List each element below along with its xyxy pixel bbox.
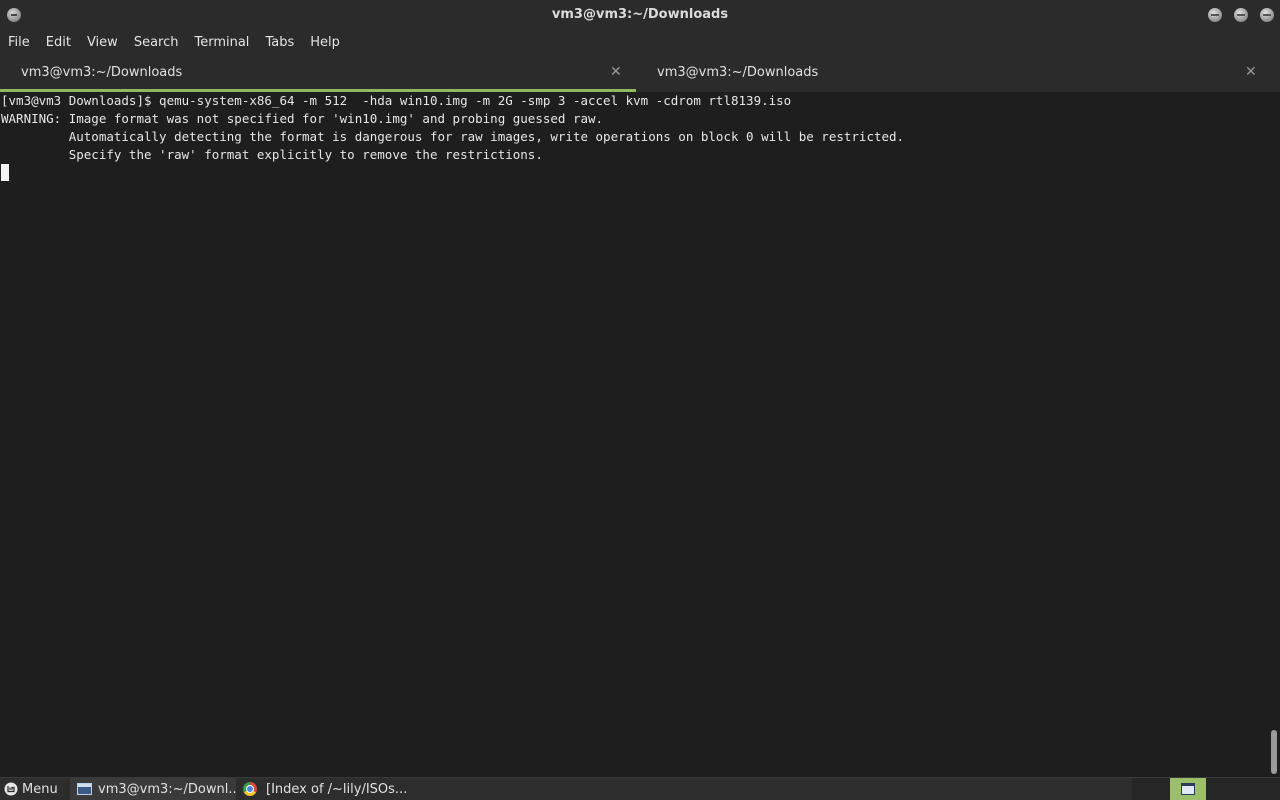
start-menu-button[interactable]: Menu <box>0 778 66 800</box>
taskbar-item-browser[interactable]: [Index of /~lily/ISOs... <box>238 778 408 800</box>
tab-terminal-2[interactable]: vm3@vm3:~/Downloads ✕ <box>636 55 1280 92</box>
start-menu-label: Menu <box>22 782 58 797</box>
menu-bar: File Edit View Search Terminal Tabs Help <box>0 30 1280 55</box>
tab-close-icon[interactable]: ✕ <box>1245 64 1257 80</box>
menu-edit[interactable]: Edit <box>46 30 71 55</box>
window-icon <box>1181 783 1195 795</box>
close-window-button[interactable] <box>1260 8 1274 22</box>
terminal-line: Automatically detecting the format is da… <box>1 129 905 144</box>
tab-terminal-1[interactable]: vm3@vm3:~/Downloads ✕ <box>0 55 636 92</box>
mint-logo-icon <box>4 782 18 796</box>
tab-close-icon[interactable]: ✕ <box>610 64 622 80</box>
chrome-icon <box>243 782 257 796</box>
menu-terminal[interactable]: Terminal <box>194 30 249 55</box>
menu-file[interactable]: File <box>8 30 30 55</box>
taskbar: Menu vm3@vm3:~/Downl... [Index of /~lily… <box>0 777 1280 800</box>
terminal-scrollbar[interactable] <box>1268 92 1280 777</box>
taskbar-item-label: [Index of /~lily/ISOs... <box>266 782 408 797</box>
terminal-icon <box>77 783 92 795</box>
tab-label: vm3@vm3:~/Downloads <box>657 65 819 80</box>
maximize-button[interactable] <box>1234 8 1248 22</box>
minimize-button[interactable] <box>1208 8 1222 22</box>
menu-help[interactable]: Help <box>310 30 340 55</box>
menu-tabs[interactable]: Tabs <box>265 30 294 55</box>
taskbar-item-terminal[interactable]: vm3@vm3:~/Downl... <box>70 778 236 800</box>
menu-view[interactable]: View <box>87 30 118 55</box>
window-title: vm3@vm3:~/Downloads <box>551 7 729 22</box>
terminal-line: Specify the 'raw' format explicitly to r… <box>1 147 543 162</box>
scrollbar-thumb[interactable] <box>1271 730 1277 774</box>
title-bar: vm3@vm3:~/Downloads <box>0 0 1280 30</box>
tab-bar: vm3@vm3:~/Downloads ✕ vm3@vm3:~/Download… <box>0 55 1280 92</box>
terminal-area[interactable]: [vm3@vm3 Downloads]$ qemu-system-x86_64 … <box>0 92 1280 777</box>
tab-label: vm3@vm3:~/Downloads <box>21 65 183 80</box>
taskbar-item-label: vm3@vm3:~/Downl... <box>98 782 236 797</box>
menu-search[interactable]: Search <box>134 30 179 55</box>
terminal-line: [vm3@vm3 Downloads]$ qemu-system-x86_64 … <box>1 93 792 108</box>
workspace-1-button[interactable] <box>1170 778 1206 800</box>
terminal-cursor <box>1 164 9 181</box>
workspace-switcher <box>1132 778 1280 800</box>
terminal-line: WARNING: Image format was not specified … <box>1 111 604 126</box>
terminal-output: [vm3@vm3 Downloads]$ qemu-system-x86_64 … <box>1 92 1261 164</box>
